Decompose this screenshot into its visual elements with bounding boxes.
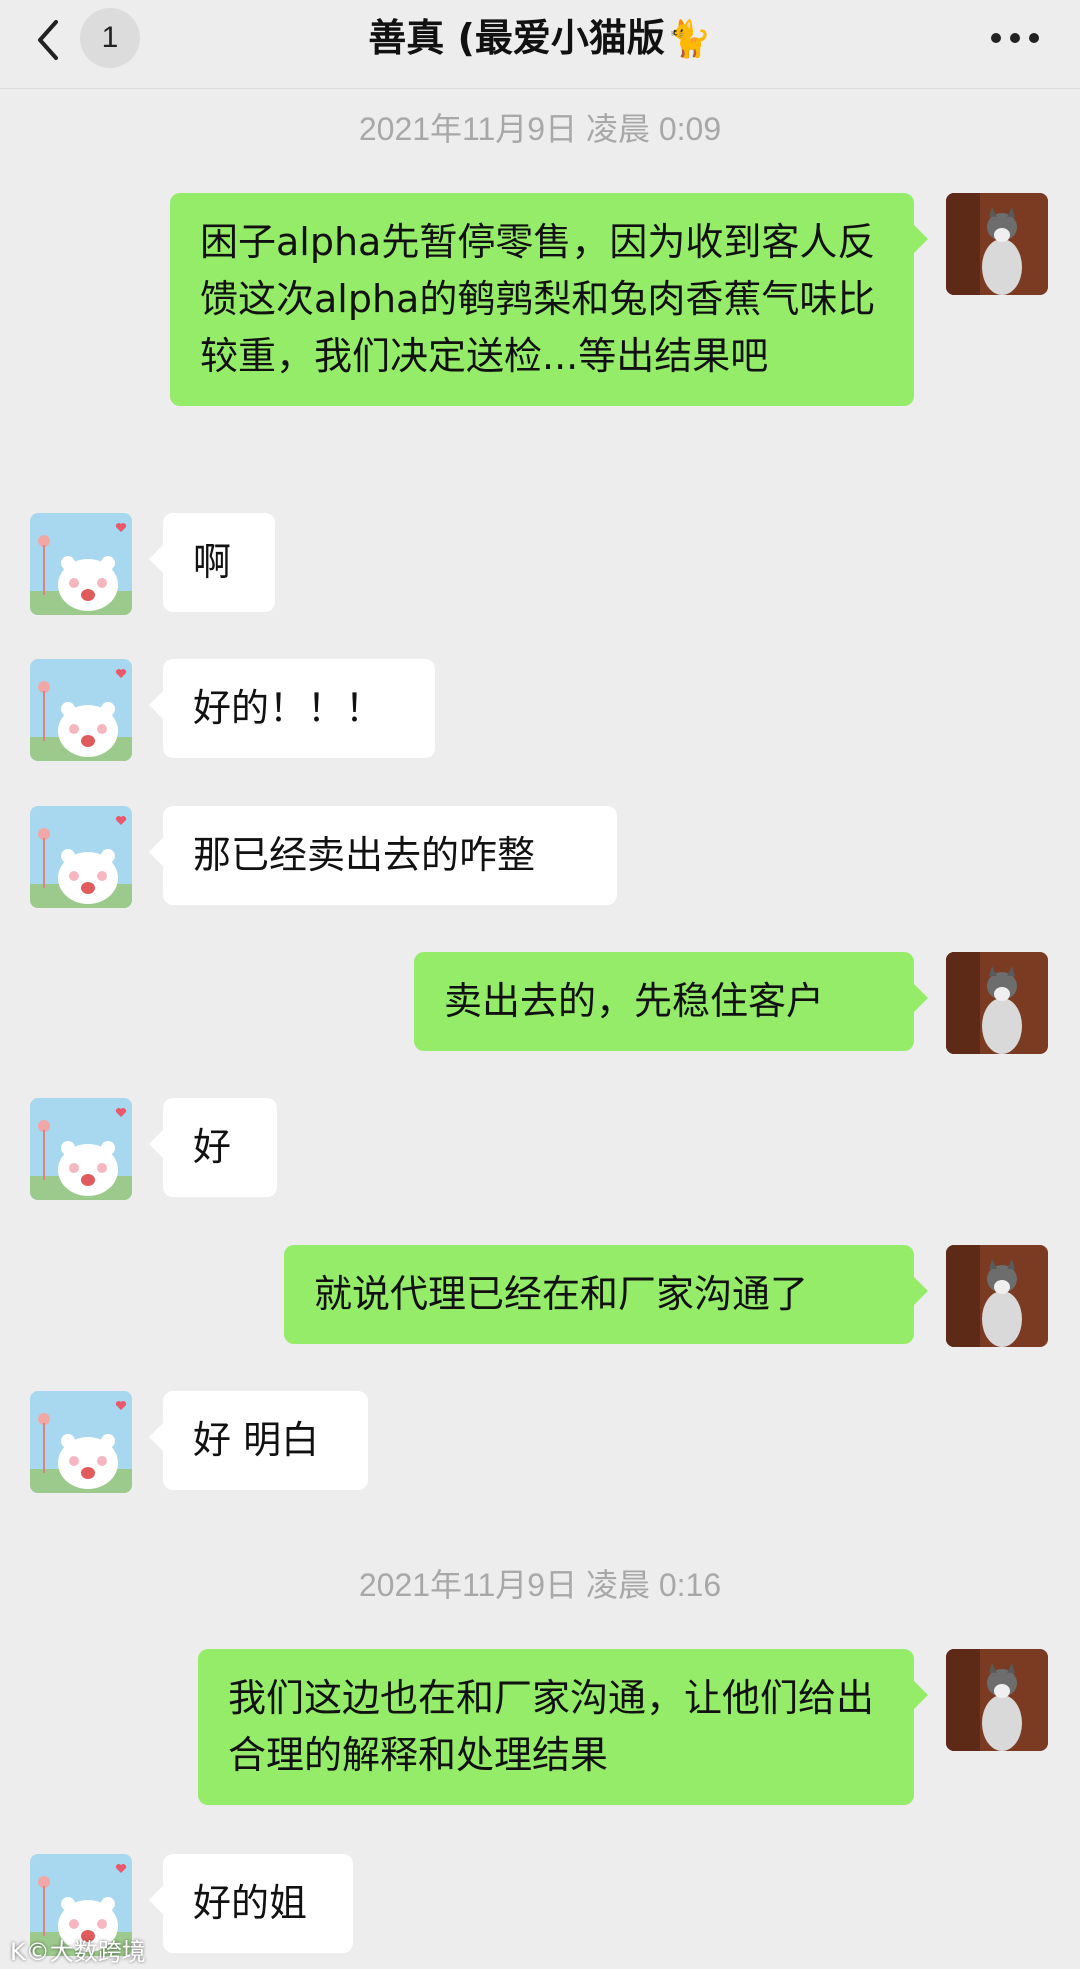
my-avatar[interactable]: [946, 952, 1048, 1054]
cat-photo-avatar-icon: [946, 952, 1048, 1054]
bear-avatar-icon: [30, 513, 132, 615]
bear-avatar-icon: [30, 659, 132, 761]
bear-avatar-icon: [30, 1391, 132, 1493]
message-bubble-incoming[interactable]: 好的姐: [149, 1854, 353, 1953]
unread-count-badge[interactable]: 1: [80, 8, 140, 68]
message-bubble-incoming[interactable]: 那已经卖出去的咋整: [149, 806, 617, 905]
message-bubble-incoming[interactable]: 好: [149, 1098, 277, 1197]
message-bubble-outgoing[interactable]: 困子alpha先暂停零售，因为收到客人反馈这次alpha的鹌鹑梨和兔肉香蕉气味比…: [170, 193, 928, 406]
message-bubble-outgoing[interactable]: 就说代理已经在和厂家沟通了: [284, 1245, 928, 1344]
message-bubble-outgoing[interactable]: 我们这边也在和厂家沟通，让他们给出合理的解释和处理结果: [198, 1649, 928, 1805]
message-timestamp: 2021年11月9日 凌晨 0:16: [358, 1567, 722, 1603]
message-bubble-outgoing[interactable]: 卖出去的，先稳住客户: [414, 952, 928, 1051]
cat-photo-avatar-icon: [946, 1649, 1048, 1751]
cat-photo-avatar-icon: [946, 193, 1048, 295]
cat-emoji-icon: 🐈: [666, 19, 712, 60]
my-avatar[interactable]: [946, 193, 1048, 295]
message-timestamp: 2021年11月9日 凌晨 0:09: [358, 111, 722, 147]
my-avatar[interactable]: [946, 1245, 1048, 1347]
contact-avatar[interactable]: [30, 659, 132, 761]
message-bubble-incoming[interactable]: 啊: [149, 513, 275, 612]
contact-avatar[interactable]: [30, 513, 132, 615]
more-dots-icon: [991, 33, 1039, 43]
my-avatar[interactable]: [946, 1649, 1048, 1751]
cat-photo-avatar-icon: [946, 1245, 1048, 1347]
watermark-logo: K©大数跨境: [10, 1938, 146, 1966]
contact-avatar[interactable]: [30, 1391, 132, 1493]
bear-avatar-icon: [30, 806, 132, 908]
message-bubble-incoming[interactable]: 好 明白: [149, 1391, 368, 1490]
message-bubble-incoming[interactable]: 好的！！！: [149, 659, 435, 758]
chat-title: 善真 (最爱小猫版🐈: [180, 8, 900, 68]
bear-avatar-icon: [30, 1098, 132, 1200]
chat-title-text: 善真 (最爱小猫版: [368, 16, 665, 60]
chat-header: 1 善真 (最爱小猫版🐈: [0, 0, 1080, 89]
contact-avatar[interactable]: [30, 806, 132, 908]
chevron-left-icon: [38, 20, 58, 60]
more-options-button[interactable]: [980, 18, 1050, 58]
contact-avatar[interactable]: [30, 1098, 132, 1200]
